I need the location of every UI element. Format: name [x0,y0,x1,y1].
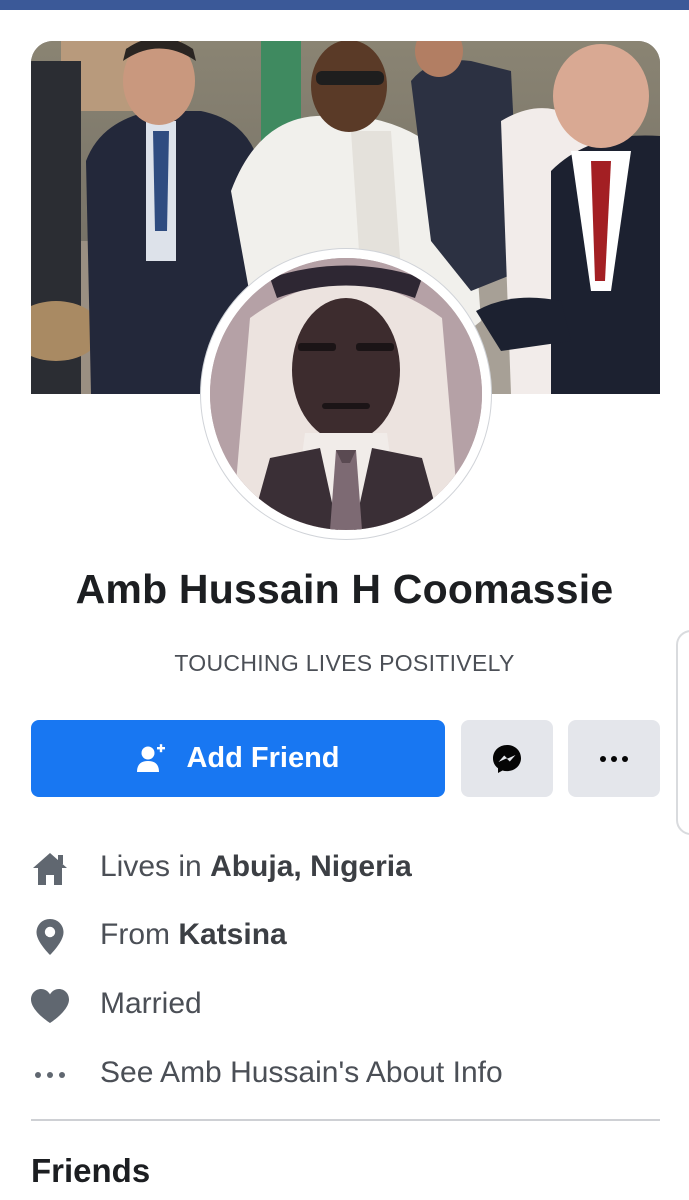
add-friend-label: Add Friend [186,742,340,774]
intro-lives-in: Lives in Abuja, Nigeria [0,840,689,900]
profile-picture-frame[interactable] [201,249,491,539]
from-prefix: From [100,918,179,951]
profile-picture[interactable] [210,258,482,530]
top-bar [0,0,689,10]
section-divider [31,1119,660,1121]
more-options-button[interactable] [568,720,660,797]
lives-in-value[interactable]: Abuja, Nigeria [210,850,412,883]
messenger-icon [493,744,521,773]
from-value[interactable]: Katsina [178,918,286,951]
heart-icon [29,985,71,1027]
location-pin-icon [29,916,71,958]
add-person-icon [137,743,166,772]
side-scroll-handle[interactable] [676,630,689,835]
friends-section-title: Friends [31,1152,151,1189]
lives-in-prefix: Lives in [100,850,211,883]
add-friend-button[interactable]: Add Friend [31,720,445,797]
profile-bio: TOUCHING LIVES POSITIVELY [174,650,515,676]
intro-relationship: Married [0,977,689,1037]
profile-name: Amb Hussain H Coomassie [75,566,614,612]
intro-from: From Katsina [0,908,689,968]
home-icon [29,848,71,890]
more-dots-icon [29,1054,71,1096]
messenger-button[interactable] [461,720,553,797]
see-about-info-link[interactable]: See Amb Hussain's About Info [0,1046,689,1106]
see-about-info-label: See Amb Hussain's About Info [100,1056,503,1089]
relationship-status: Married [100,987,202,1020]
more-dots-icon [600,755,628,762]
